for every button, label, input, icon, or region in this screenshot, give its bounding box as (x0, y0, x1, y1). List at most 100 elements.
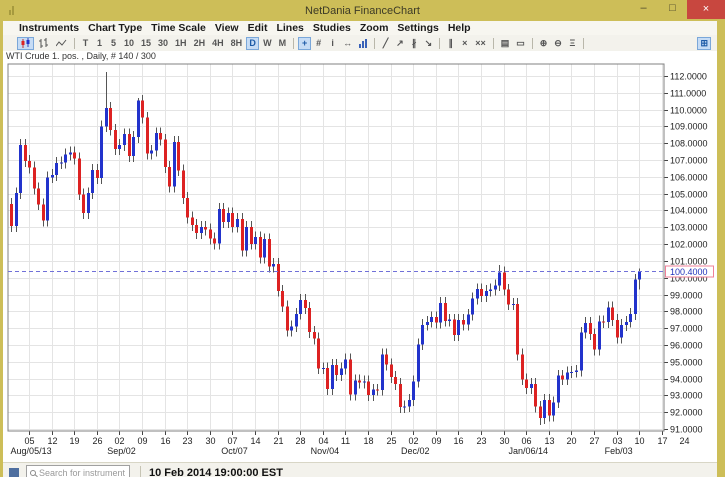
y-axis-label: 92.0000 (670, 408, 703, 418)
timescale-t[interactable]: T (79, 37, 92, 50)
x-axis-day-label: 12 (47, 436, 57, 446)
x-axis-day-label: 24 (679, 436, 689, 446)
timescale-1h[interactable]: 1H (172, 37, 190, 50)
x-axis-day-label: 09 (431, 436, 441, 446)
x-axis-day-label: 04 (318, 436, 328, 446)
x-axis-day-label: 20 (566, 436, 576, 446)
close-button[interactable]: × (687, 0, 725, 19)
timescale-10[interactable]: 10 (121, 37, 137, 50)
y-axis-label: 91.0000 (670, 425, 703, 435)
y-axis-label: 111.0000 (670, 89, 706, 99)
minimize-button[interactable]: – (629, 0, 658, 19)
toolbar-separator (293, 37, 295, 49)
menu-instruments[interactable]: Instruments (19, 22, 79, 34)
crosshair-button[interactable]: + (298, 36, 312, 50)
x-axis-day-label: 02 (408, 436, 418, 446)
grid-icon: # (316, 37, 322, 48)
ohlc-bar-chart-button[interactable] (35, 37, 52, 50)
window-title: NetDania FinanceChart (305, 4, 420, 17)
parallel-lines-icon: ∥ (448, 37, 453, 48)
search-input[interactable] (39, 467, 126, 477)
toolbar-separator (582, 37, 584, 49)
toolbar-separator (74, 37, 75, 49)
fit-vertical-button[interactable]: Ξ (566, 37, 579, 50)
x-axis-day-label: 27 (589, 436, 599, 446)
pin-panel-button[interactable]: ⊞ (697, 36, 711, 50)
menu-help[interactable]: Help (448, 22, 471, 34)
y-axis-label: 110.0000 (670, 106, 707, 116)
timescale-4h[interactable]: 4H (209, 37, 227, 50)
timescale-30[interactable]: 30 (155, 37, 171, 50)
line-chart-button[interactable] (53, 37, 70, 50)
x-axis-day-label: 23 (182, 436, 192, 446)
zoom-out-button[interactable]: ⊖ (551, 37, 565, 50)
trend-line-button[interactable]: ╱ (379, 37, 392, 50)
x-axis-day-label: 05 (24, 436, 34, 446)
pin-panel-icon: ⊞ (700, 37, 708, 48)
print-button[interactable]: ▤ (498, 37, 513, 50)
ray-arrow-icon: ↘ (424, 37, 433, 48)
y-axis-label: 112.0000 (670, 72, 707, 82)
print-preview-button[interactable]: ▭ (513, 37, 528, 50)
menu-edit[interactable]: Edit (248, 22, 268, 34)
menu-settings[interactable]: Settings (397, 22, 438, 34)
symbol-label: WTI Crude 1. pos. , Daily, # 140 / 300 (3, 51, 717, 62)
y-axis-label: 98.0000 (670, 307, 703, 317)
status-timestamp: 10 Feb 2014 19:00:00 EST (149, 466, 283, 477)
x-axis-day-label: 14 (250, 436, 260, 446)
volume-button[interactable] (356, 37, 370, 50)
timescale-2h[interactable]: 2H (191, 37, 209, 50)
status-separator (140, 465, 141, 477)
toolbar-separator (374, 37, 376, 49)
timescale-8h[interactable]: 8H (228, 37, 246, 50)
timescale-15[interactable]: 15 (138, 37, 154, 50)
menu-chart-type[interactable]: Chart Type (88, 22, 142, 34)
x-axis-day-label: 28 (295, 436, 305, 446)
x-axis-month-label: Nov/04 (311, 446, 340, 456)
menu-bar: Instruments Chart Type Time Scale View Edit L… (3, 21, 717, 35)
parallel-lines-button[interactable]: ∥ (444, 37, 457, 50)
parallel-channel-icon: ∦ (411, 37, 417, 48)
arrow-line-icon: ↗ (396, 37, 404, 48)
y-axis-label: 104.0000 (670, 206, 708, 216)
timescale-m[interactable]: M (276, 37, 290, 50)
delete-selected-button[interactable]: × (458, 37, 471, 50)
timescale-1[interactable]: 1 (93, 37, 106, 50)
zoom-in-button[interactable]: ⊕ (537, 37, 551, 50)
x-axis-day-label: 30 (499, 436, 509, 446)
x-axis-day-label: 16 (453, 436, 463, 446)
crosshair-icon: + (301, 37, 308, 48)
x-axis-day-label: 25 (386, 436, 396, 446)
x-axis-day-label: 13 (544, 436, 554, 446)
menu-view[interactable]: View (215, 22, 239, 34)
x-axis-day-label: 26 (92, 436, 102, 446)
x-axis-day-label: 21 (273, 436, 283, 446)
x-axis-day-label: 11 (341, 436, 350, 446)
x-axis-month-label: Sep/02 (107, 446, 136, 456)
menu-zoom[interactable]: Zoom (360, 22, 389, 34)
delete-all-button[interactable]: ×× (472, 37, 489, 50)
horizontal-expand-button[interactable]: ↔ (340, 37, 355, 50)
timescale-d[interactable]: D (246, 36, 260, 50)
delete-selected-icon: × (462, 37, 468, 48)
x-axis-day-label: 16 (160, 436, 170, 446)
y-axis-label: 95.0000 (670, 358, 703, 368)
maximize-button[interactable]: □ (658, 0, 687, 19)
menu-studies[interactable]: Studies (313, 22, 351, 34)
x-axis-month-label: Dec/02 (401, 446, 430, 456)
price-chart[interactable]: 91.0000 92.0000 93.0000 94.0000 95.0000 96.00… (3, 62, 717, 457)
info-button[interactable]: i (326, 37, 339, 50)
timescale-5[interactable]: 5 (107, 37, 120, 50)
menu-lines[interactable]: Lines (276, 22, 303, 34)
chart-area[interactable]: 91.0000 92.0000 93.0000 94.0000 95.0000 96.00… (3, 62, 717, 462)
ray-arrow-button[interactable]: ↘ (422, 37, 436, 50)
y-axis-label: 99.0000 (670, 291, 703, 301)
candlestick-chart-button[interactable] (17, 36, 34, 50)
arrow-line-button[interactable]: ↗ (393, 37, 407, 50)
instrument-search-box[interactable] (26, 465, 130, 477)
parallel-channel-button[interactable]: ∦ (408, 37, 421, 50)
y-axis-label: 94.0000 (670, 375, 703, 385)
timescale-w[interactable]: W (260, 37, 275, 50)
menu-time-scale[interactable]: Time Scale (151, 22, 206, 34)
grid-button[interactable]: # (312, 37, 325, 50)
